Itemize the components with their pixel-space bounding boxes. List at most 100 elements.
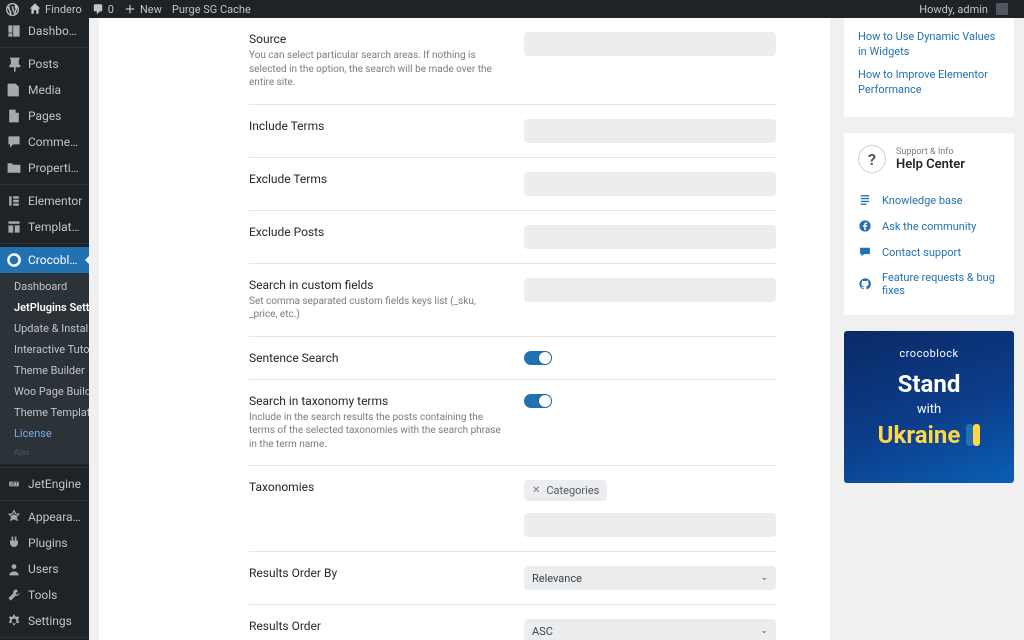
category-icon [6, 160, 22, 176]
field-title: Search in custom fields [249, 278, 504, 292]
help-link-label: Feature requests & bug fixes [882, 271, 1000, 297]
menu-item-settings[interactable]: Settings [0, 608, 89, 634]
settings-icon [6, 613, 22, 629]
wp-logo[interactable] [6, 3, 19, 16]
menu-label: Properties [28, 161, 83, 175]
menu-label: Posts [28, 57, 59, 71]
comments-link[interactable]: 0 [92, 3, 114, 16]
comment-icon [92, 3, 104, 15]
elementor-icon [6, 193, 22, 209]
admin-bar: Findero 0 New Purge SG Cache Howdy, admi… [0, 0, 1024, 18]
submenu-item-interactive-tutorials[interactable]: Interactive Tutorials [0, 339, 89, 360]
help-link-ask-the-community[interactable]: Ask the community [858, 213, 1000, 239]
banner-line2: with [854, 402, 1004, 417]
field-source: Source You can select particular search a… [249, 18, 776, 105]
resources-card: How to Use Dynamic Values in Widgets How … [844, 18, 1014, 117]
submenu-item-update-installation[interactable]: Update & Installation [0, 318, 89, 339]
submenu-item-license[interactable]: License [0, 423, 89, 444]
select-value: Relevance [532, 572, 582, 585]
howdy-text: Howdy, admin [919, 3, 988, 16]
menu-label: Media [28, 83, 61, 97]
menu-item-users[interactable]: Users [0, 556, 89, 582]
submenu-crocoblock: DashboardJetPlugins SettingsUpdate & Ins… [0, 273, 89, 464]
taxonomy-chip[interactable]: ✕Categories [524, 480, 607, 501]
menu-item-posts[interactable]: Posts [0, 51, 89, 77]
appearance-icon [6, 509, 22, 525]
menu-item-pages[interactable]: Pages [0, 103, 89, 129]
menu-item-dashboard[interactable]: Dashboard [0, 18, 89, 44]
site-name-link[interactable]: Findero [29, 3, 82, 16]
field-desc: Set comma separated custom fields keys l… [249, 295, 504, 322]
menu-label: Plugins [28, 536, 68, 550]
menu-item-crocoblock[interactable]: Crocoblock [0, 247, 89, 273]
ukraine-banner[interactable]: crocoblock Stand with Ukraine [844, 331, 1014, 483]
menu-label: Tools [28, 588, 57, 602]
taxonomies-input[interactable] [524, 513, 776, 537]
menu-item-templates[interactable]: Templates [0, 214, 89, 240]
templates-icon [6, 219, 22, 235]
tools-icon [6, 587, 22, 603]
submenu-item-woo-page-builder[interactable]: Woo Page Builder [0, 381, 89, 402]
field-exclude-terms: Exclude Terms [249, 158, 776, 211]
resource-link[interactable]: How to Use Dynamic Values in Widgets [858, 30, 1000, 60]
chat-icon [858, 245, 872, 259]
field-title: Taxonomies [249, 480, 504, 494]
menu-item-plugins[interactable]: Plugins [0, 530, 89, 556]
field-title: Results Order [249, 619, 504, 633]
menu-item-tools[interactable]: Tools [0, 582, 89, 608]
search-in-custom-fields-input[interactable] [524, 278, 776, 302]
help-link-knowledge-base[interactable]: Knowledge base [858, 187, 1000, 213]
howdy-account[interactable]: Howdy, admin [919, 3, 1008, 16]
help-link-contact-support[interactable]: Contact support [858, 239, 1000, 265]
submenu-item-theme-builder[interactable]: Theme Builder [0, 360, 89, 381]
new-label: New [140, 3, 162, 16]
menu-label: Comments [28, 135, 83, 149]
gh-icon [858, 277, 872, 291]
purge-cache-link[interactable]: Purge SG Cache [172, 3, 251, 16]
submenu-item-dashboard[interactable]: Dashboard [0, 276, 89, 297]
new-content-link[interactable]: New [124, 3, 162, 16]
banner-line3: Ukraine [878, 421, 961, 449]
fb-icon [858, 219, 872, 233]
close-icon[interactable]: ✕ [532, 485, 540, 496]
menu-label: JetEngine [28, 477, 81, 491]
banner-brand: crocoblock [854, 347, 1004, 360]
sidebar-right: How to Use Dynamic Values in Widgets How … [844, 18, 1014, 483]
svg-text:JET: JET [10, 482, 18, 488]
results-order-select[interactable]: ASC⌄ [524, 619, 776, 640]
sentence-search-toggle[interactable] [524, 351, 552, 365]
site-name: Findero [45, 3, 82, 16]
resource-link[interactable]: How to Improve Elementor Performance [858, 68, 1000, 98]
wordpress-icon [6, 3, 19, 16]
helpcenter-sub: Support & Info [896, 147, 965, 157]
comment-icon [6, 134, 22, 150]
menu-label: Elementor [28, 194, 82, 208]
exclude-posts-input[interactable] [524, 225, 776, 249]
submenu-item-theme-templates[interactable]: Theme Templates [0, 402, 89, 423]
field-exclude-posts: Exclude Posts [249, 211, 776, 264]
menu-item-appearance[interactable]: Appearance [0, 504, 89, 530]
field-title: Source [249, 32, 504, 46]
menu-item-properties[interactable]: Properties [0, 155, 89, 181]
menu-item-elementor[interactable]: Elementor [0, 188, 89, 214]
search-in-taxonomy-terms-toggle[interactable] [524, 394, 552, 408]
plugin-icon [6, 535, 22, 551]
field-desc: You can select particular search areas. … [249, 49, 504, 90]
help-link-feature-requests-bug-fixes[interactable]: Feature requests & bug fixes [858, 265, 1000, 303]
submenu-item-jetplugins-settings[interactable]: JetPlugins Settings [0, 297, 89, 318]
help-icon: ? [858, 145, 886, 173]
help-link-label: Contact support [882, 246, 961, 259]
menu-item-jetengine[interactable]: JET JetEngine [0, 471, 89, 497]
exclude-terms-input[interactable] [524, 172, 776, 196]
field-results-order-by: Results Order By Relevance⌄ [249, 552, 776, 605]
menu-item-media[interactable]: Media [0, 77, 89, 103]
source-input[interactable] [524, 32, 776, 56]
menu-label: Templates [28, 220, 83, 234]
menu-item-comments[interactable]: Comments [0, 129, 89, 155]
submenu-footer: Ajax [0, 444, 89, 461]
menu-label: Crocoblock [28, 253, 83, 267]
results-order-by-select[interactable]: Relevance⌄ [524, 566, 776, 590]
jetengine-icon: JET [6, 476, 22, 492]
field-title: Results Order By [249, 566, 504, 580]
include-terms-input[interactable] [524, 119, 776, 143]
